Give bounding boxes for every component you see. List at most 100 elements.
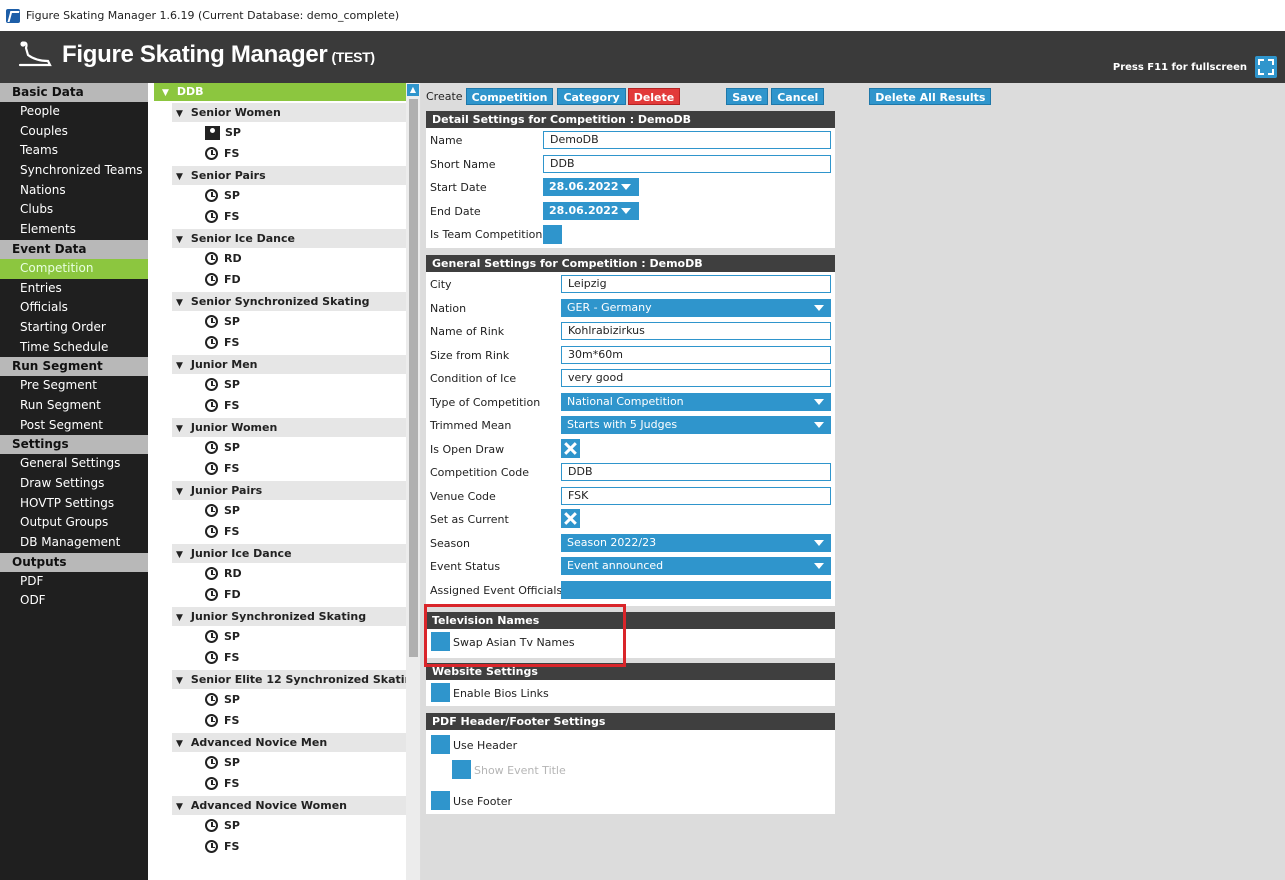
sidebar-item-people[interactable]: People (0, 102, 148, 122)
tree-segment-item[interactable]: SP (205, 752, 406, 773)
ice-condition-input[interactable]: very good (561, 369, 831, 387)
rink-size-input[interactable]: 30m*60m (561, 345, 831, 364)
expand-triangle-icon[interactable]: ▼ (176, 546, 183, 565)
sidebar-item-competition[interactable]: Competition (0, 258, 148, 279)
tree-segment-item[interactable]: SP (205, 374, 406, 395)
sidebar-item-entries[interactable]: Entries (0, 279, 148, 299)
expand-triangle-icon[interactable]: ▼ (162, 84, 169, 102)
venue-code-input[interactable]: FSK (561, 486, 831, 505)
short-name-input[interactable]: DDB (543, 154, 831, 173)
tree-segment-item[interactable]: FS (205, 710, 406, 731)
sidebar-item-synchronized-teams[interactable]: Synchronized Teams (0, 161, 148, 181)
expand-triangle-icon[interactable]: ▼ (176, 672, 183, 691)
tree-segment-item[interactable]: FS (205, 773, 406, 794)
create-competition-button[interactable]: Competition (465, 88, 554, 105)
open-draw-checkbox[interactable] (561, 438, 580, 458)
expand-triangle-icon[interactable]: ▼ (176, 420, 183, 439)
tree-scrollbar[interactable]: ▲ (406, 83, 420, 880)
tree-segment-item[interactable]: FD (205, 269, 406, 290)
expand-triangle-icon[interactable]: ▼ (176, 168, 183, 187)
sidebar-item-general-settings[interactable]: General Settings (0, 454, 148, 474)
event-status-select[interactable]: Event announced (561, 557, 831, 575)
fullscreen-icon[interactable] (1255, 56, 1277, 78)
tree-segment-item[interactable]: SP (205, 815, 406, 836)
enable-bios-links-checkbox[interactable] (431, 683, 450, 702)
tree-segment-item[interactable]: RD (205, 563, 406, 584)
tree-segment-item[interactable]: FS (205, 332, 406, 353)
start-date-picker[interactable]: 28.06.2022 (543, 178, 639, 196)
sidebar-item-draw-settings[interactable]: Draw Settings (0, 474, 148, 494)
tree-category-item[interactable]: ▼ Advanced Novice Women (172, 796, 406, 815)
sidebar-item-hovtp-settings[interactable]: HOVTP Settings (0, 494, 148, 514)
tree-segment-item[interactable]: FS (205, 836, 406, 857)
sidebar-item-time-schedule[interactable]: Time Schedule (0, 338, 148, 358)
tree-category-item[interactable]: ▼ Junior Women (172, 418, 406, 437)
tree-category-item[interactable]: ▼ Senior Pairs (172, 166, 406, 185)
sidebar-item-nations[interactable]: Nations (0, 181, 148, 201)
competition-code-input[interactable]: DDB (561, 463, 831, 481)
tree-category-item[interactable]: ▼ Junior Synchronized Skating (172, 607, 406, 626)
tree-category-item[interactable]: ▼ Senior Synchronized Skating (172, 292, 406, 311)
tree-segment-item[interactable]: SP (205, 626, 406, 647)
sidebar-item-db-management[interactable]: DB Management (0, 533, 148, 553)
tree-segment-item[interactable]: SP (205, 437, 406, 458)
trimmed-mean-select[interactable]: Starts with 5 Judges (561, 416, 831, 434)
expand-triangle-icon[interactable]: ▼ (176, 798, 183, 817)
city-input[interactable]: Leipzig (561, 275, 831, 293)
expand-triangle-icon[interactable]: ▼ (176, 105, 183, 124)
expand-triangle-icon[interactable]: ▼ (176, 231, 183, 250)
nation-select[interactable]: GER - Germany (561, 298, 831, 317)
tree-segment-item[interactable]: FS (205, 647, 406, 668)
team-competition-checkbox[interactable] (543, 225, 562, 244)
create-category-button[interactable]: Category (557, 88, 626, 105)
sidebar-item-elements[interactable]: Elements (0, 220, 148, 240)
scroll-thumb[interactable] (409, 99, 418, 657)
tree-segment-item[interactable]: RD (205, 248, 406, 269)
rink-name-input[interactable]: Kohlrabizirkus (561, 322, 831, 340)
sidebar-item-pdf[interactable]: PDF (0, 572, 148, 592)
delete-all-results-button[interactable]: Delete All Results (869, 88, 992, 105)
name-input[interactable]: DemoDB (543, 131, 831, 149)
tree-segment-item[interactable]: SP (205, 311, 406, 332)
sidebar-item-starting-order[interactable]: Starting Order (0, 318, 148, 338)
tree-category-item[interactable]: ▼ Senior Women (172, 103, 406, 122)
tree-category-item[interactable]: ▼ Junior Ice Dance (172, 544, 406, 563)
tree-segment-item[interactable]: FS (205, 206, 406, 227)
sidebar-item-pre-segment[interactable]: Pre Segment (0, 376, 148, 396)
tree-segment-item[interactable]: FS (205, 458, 406, 479)
tree-segment-item[interactable]: SP (205, 122, 406, 143)
tree-segment-item[interactable]: SP (205, 689, 406, 710)
tree-category-item[interactable]: ▼ Senior Elite 12 Synchronized Skating (172, 670, 406, 689)
sidebar-item-odf[interactable]: ODF (0, 591, 148, 611)
season-select[interactable]: Season 2022/23 (561, 533, 831, 552)
tree-segment-item[interactable]: SP (205, 500, 406, 521)
set-current-checkbox[interactable] (561, 509, 580, 528)
tree-segment-item[interactable]: FS (205, 521, 406, 542)
scroll-up-icon[interactable]: ▲ (407, 84, 419, 96)
tree-category-item[interactable]: ▼ Junior Men (172, 355, 406, 374)
tree-category-item[interactable]: ▼ Advanced Novice Men (172, 733, 406, 752)
sidebar-item-post-segment[interactable]: Post Segment (0, 416, 148, 436)
cancel-button[interactable]: Cancel (771, 88, 825, 105)
competition-type-select[interactable]: National Competition (561, 392, 831, 411)
sidebar-item-teams[interactable]: Teams (0, 141, 148, 161)
sidebar-item-clubs[interactable]: Clubs (0, 200, 148, 220)
use-header-checkbox[interactable] (431, 735, 450, 754)
expand-triangle-icon[interactable]: ▼ (176, 357, 183, 376)
expand-triangle-icon[interactable]: ▼ (176, 483, 183, 502)
tree-segment-item[interactable]: FS (205, 395, 406, 416)
event-officials-select[interactable] (561, 580, 831, 599)
save-button[interactable]: Save (726, 88, 769, 105)
use-footer-checkbox[interactable] (431, 791, 450, 810)
expand-triangle-icon[interactable]: ▼ (176, 735, 183, 754)
tree-segment-item[interactable]: SP (205, 185, 406, 206)
expand-triangle-icon[interactable]: ▼ (176, 609, 183, 628)
delete-button[interactable]: Delete (627, 88, 681, 105)
sidebar-item-officials[interactable]: Officials (0, 298, 148, 318)
expand-triangle-icon[interactable]: ▼ (176, 294, 183, 313)
tree-category-item[interactable]: ▼ Senior Ice Dance (172, 229, 406, 248)
tree-segment-item[interactable]: FD (205, 584, 406, 605)
tree-root-item[interactable]: ▼ DDB (154, 83, 406, 101)
sidebar-item-run-segment[interactable]: Run Segment (0, 396, 148, 416)
sidebar-item-couples[interactable]: Couples (0, 122, 148, 142)
